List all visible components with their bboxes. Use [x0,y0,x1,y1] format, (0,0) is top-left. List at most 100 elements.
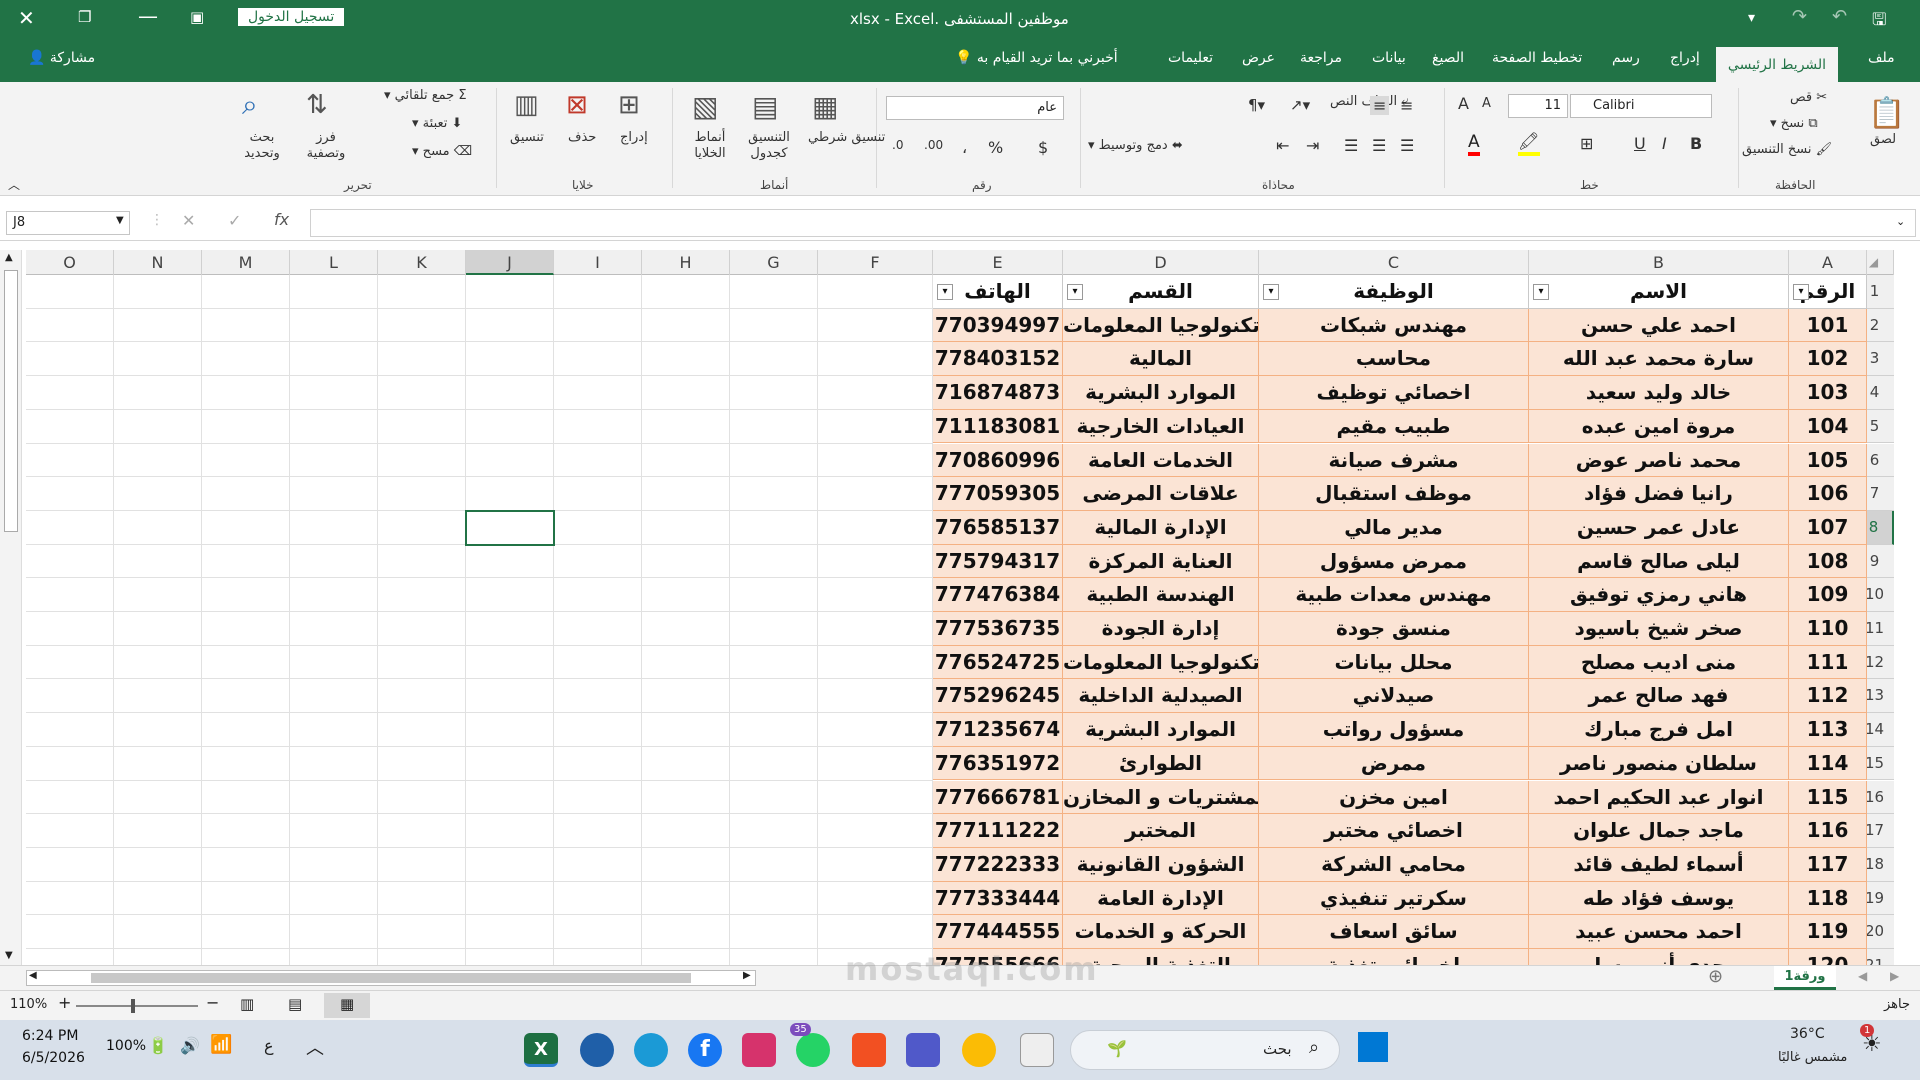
cell-e20[interactable]: 777444555 [933,915,1063,949]
insert-cells-icon[interactable]: ⊞ [618,90,640,120]
tab-page-layout[interactable]: تخطيط الصفحة [1492,50,1582,66]
cell-a8[interactable]: 107 [1789,510,1867,545]
cell-d4[interactable]: الموارد البشرية [1063,376,1259,410]
select-all-corner[interactable]: ◢ [1854,250,1894,275]
find-select-icon[interactable]: ⌕ [242,88,258,122]
cut-button[interactable]: قص ✂ [1790,90,1827,105]
qat-customize-icon[interactable]: ▾ [1748,10,1755,26]
sort-filter-button[interactable]: فرز وتصفية [300,130,352,162]
cell-c9[interactable]: ممرض مسؤول [1259,544,1529,579]
facebook-taskbar-icon[interactable]: f [688,1033,722,1067]
bold-button[interactable]: B [1690,134,1702,153]
zoom-out-icon[interactable]: − [206,993,219,1012]
expand-formula-icon[interactable]: ⌄ [1896,215,1905,228]
copy-button[interactable]: ▾ نسخ ⧉ [1770,116,1818,131]
cell-d12[interactable]: تكنولوجيا المعلومات [1063,645,1259,680]
cell-c18[interactable]: محامي الشركة [1259,847,1529,882]
column-header-e[interactable]: E [933,250,1063,275]
orientation-icon[interactable]: ↗▾ [1290,96,1310,114]
clear-button[interactable]: ▾ مسح ⌫ [412,144,472,159]
cell-a17[interactable]: 116 [1789,814,1867,848]
weather-desc[interactable]: مشمس غالبًا [1778,1050,1847,1065]
cell-d16[interactable]: المشتريات و المخازن [1063,780,1259,815]
teams-taskbar-icon[interactable] [906,1033,940,1067]
cell-c13[interactable]: صيدلاني [1259,679,1529,714]
cell-a5[interactable]: 104 [1789,409,1867,444]
tab-data[interactable]: بيانات [1372,50,1406,66]
outdent-icon[interactable]: ⇤ [1276,136,1289,155]
tab-file[interactable]: ملف [1868,50,1895,66]
vertical-scrollbar[interactable]: ▲ ▼ [0,250,22,965]
conditional-format-button[interactable]: تنسيق شرطي [808,130,885,145]
cell-a21[interactable]: 120 [1789,949,1867,965]
cell-b15[interactable]: سلطان منصور ناصر [1529,746,1789,781]
weather-temp[interactable]: 36°C [1790,1026,1825,1042]
fill-color-icon[interactable]: 🖍 [1518,132,1540,156]
cell-styles-button[interactable]: أنماط الخلايا [686,130,734,162]
cell-a12[interactable]: 111 [1789,645,1867,680]
cell-b20[interactable]: احمد محسن عبيد [1529,915,1789,949]
sheet-tab-1[interactable]: ورقة1 [1774,966,1836,990]
cell-e3[interactable]: 778403152 [933,342,1063,377]
start-icon[interactable] [1358,1032,1388,1062]
cell-b8[interactable]: عادل عمر حسين [1529,510,1789,545]
column-header-n[interactable]: N [114,250,202,275]
cell-c14[interactable]: مسؤول رواتب [1259,713,1529,747]
cell-b17[interactable]: ماجد جمال علوان [1529,814,1789,848]
text-direction-icon[interactable]: ¶▾ [1248,96,1265,114]
cell-b2[interactable]: احمد علي حسن [1529,308,1789,343]
tell-me-input[interactable]: 💡 أخبرني بما تريد القيام به [955,50,1118,66]
cell-d3[interactable]: المالية [1063,342,1259,377]
align-left-icon[interactable]: ☰ [1344,136,1358,155]
sheet-nav-prev-icon[interactable]: ◀ [1858,969,1867,983]
cell-d6[interactable]: الخدمات العامة [1063,443,1259,478]
tab-view[interactable]: عرض [1242,50,1275,66]
paste-button[interactable]: لصق [1870,132,1896,147]
confirm-entry-icon[interactable]: ✓ [228,211,241,230]
column-header-k[interactable]: K [378,250,466,275]
column-header-f[interactable]: F [818,250,933,275]
align-top-icon[interactable]: ≡ [1400,96,1413,115]
cell-e17[interactable]: 777111222 [933,814,1063,848]
login-button[interactable]: تسجيل الدخول [238,8,345,26]
volume-icon[interactable]: 🔊 [180,1036,200,1055]
italic-button[interactable]: I [1662,134,1667,153]
cell-d5[interactable]: العيادات الخارجية [1063,409,1259,444]
decrease-font-icon[interactable]: A [1482,96,1491,111]
header-cell-b[interactable]: الاسم ▾ [1529,275,1789,309]
cell-a6[interactable]: 105 [1789,443,1867,478]
increase-font-icon[interactable]: A [1458,94,1469,113]
cell-e12[interactable]: 776524725 [933,645,1063,680]
normal-view-button[interactable]: ▦ [324,993,370,1018]
cell-b7[interactable]: رانيا فضل فؤاد [1529,477,1789,511]
indent-icon[interactable]: ⇥ [1306,136,1319,155]
align-middle-icon[interactable]: ≡ [1370,96,1390,115]
page-layout-view-icon[interactable]: ▤ [288,995,302,1013]
align-center-icon[interactable]: ☰ [1372,136,1386,155]
cell-d11[interactable]: إدارة الجودة [1063,612,1259,646]
borders-icon[interactable]: ⊞ [1580,134,1593,153]
cell-a18[interactable]: 117 [1789,847,1867,882]
header-cell-c[interactable]: الوظيفة ▾ [1259,275,1529,309]
vertical-scroll-thumb[interactable] [4,270,18,532]
insert-cells-button[interactable]: إدراج [620,130,648,145]
decrease-decimal-icon[interactable]: .0 [892,138,903,152]
cell-e14[interactable]: 771235674 [933,713,1063,747]
cell-e18[interactable]: 777222333 [933,847,1063,882]
name-box[interactable]: J8 [6,211,130,235]
cell-c7[interactable]: موظف استقبال [1259,477,1529,511]
column-header-j[interactable]: J [466,250,554,275]
sort-filter-icon[interactable]: ⇅ [306,90,328,120]
cell-d15[interactable]: الطوارئ [1063,746,1259,781]
language-indicator[interactable]: ع [264,1036,274,1055]
page-break-view-icon[interactable]: ▥ [240,995,254,1013]
cell-e7[interactable]: 777059305 [933,477,1063,511]
scroll-up-icon[interactable]: ▲ [5,252,13,263]
cell-e9[interactable]: 775794317 [933,544,1063,579]
cell-b12[interactable]: منى اديب مصلح [1529,645,1789,680]
cell-e8[interactable]: 776585137 [933,510,1063,545]
cell-a15[interactable]: 114 [1789,746,1867,781]
cell-c8[interactable]: مدير مالي [1259,510,1529,545]
tab-draw[interactable]: رسم [1612,50,1640,66]
collapse-ribbon-icon[interactable]: ︿ [8,176,20,193]
